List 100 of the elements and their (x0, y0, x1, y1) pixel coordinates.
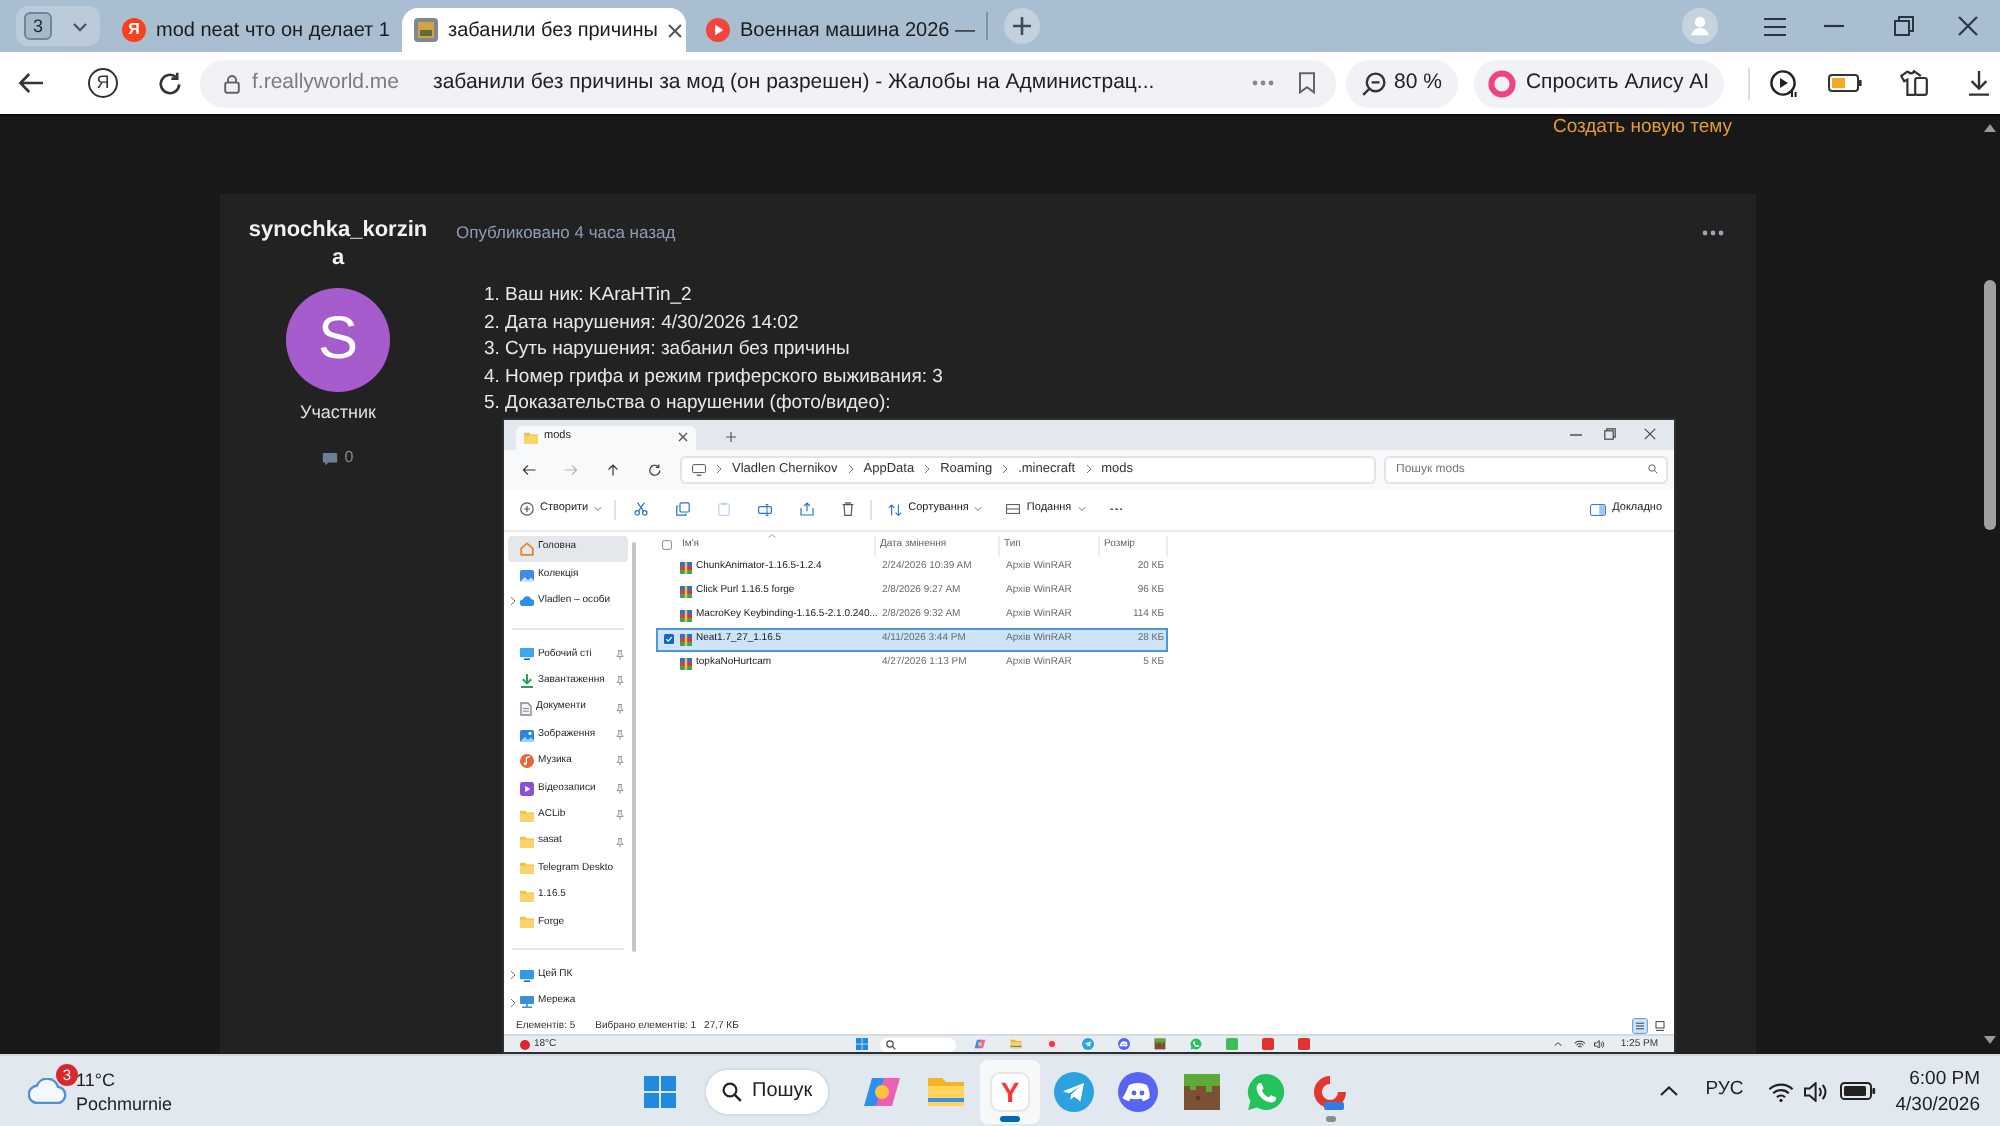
chevron-down-icon (72, 21, 88, 31)
chevron-down-icon (1077, 506, 1086, 512)
zoom-button[interactable]: 80 % (1346, 59, 1458, 107)
game-controller-icon (1118, 1071, 1158, 1111)
paper-plane-icon (1054, 1071, 1094, 1111)
reaction-count: 0 (344, 448, 354, 468)
tab-count-button[interactable]: 3 (16, 6, 60, 46)
browser-tab[interactable]: забанили без причины (402, 8, 686, 52)
game-controller-icon[interactable] (1118, 1038, 1131, 1050)
search-field[interactable] (880, 1037, 957, 1051)
scroll-up-icon[interactable] (1984, 124, 1996, 132)
colorful-logo-icon[interactable] (974, 1038, 987, 1050)
bookmark-icon[interactable] (1298, 72, 1316, 94)
play-favicon-icon (706, 18, 730, 42)
share-icon[interactable] (800, 502, 815, 516)
video-icon (520, 781, 534, 796)
clock-time: 6:00 PM (1909, 1065, 1980, 1091)
more-icon[interactable] (1702, 229, 1724, 235)
taskbar-app-button[interactable]: Y (980, 1059, 1040, 1123)
copy-icon[interactable] (676, 502, 691, 516)
weather-temperature: 11°C (76, 1067, 117, 1091)
paper-plane-icon[interactable] (1082, 1038, 1095, 1050)
assistant-button[interactable]: Спросить Алису AI (1473, 59, 1724, 107)
logo-tile-icon[interactable] (1046, 1038, 1059, 1050)
restore-icon[interactable] (1604, 428, 1616, 440)
lock-icon (224, 73, 240, 93)
chevron-right-icon (924, 464, 931, 474)
wifi-icon[interactable] (1767, 1081, 1794, 1101)
post-text-line: 2. Дата нарушения: 4/30/2026 14:02 (484, 309, 801, 336)
scroll-down-icon[interactable] (1984, 1036, 1996, 1044)
author-name[interactable]: synochka_korzina (245, 218, 431, 272)
create-topic-link[interactable]: Создать новую тему (1552, 116, 1732, 138)
close-icon[interactable] (667, 23, 682, 37)
battery-icon[interactable] (1827, 74, 1862, 92)
tab-list-button[interactable] (60, 6, 100, 46)
chevron-down-icon (594, 506, 603, 512)
picture-icon (520, 729, 534, 742)
more-icon[interactable] (1252, 80, 1274, 86)
scissors-icon[interactable] (634, 502, 649, 516)
language-indicator[interactable]: РУС (1705, 1076, 1744, 1106)
speaker-icon[interactable] (1803, 1081, 1828, 1101)
trash-icon[interactable] (842, 502, 855, 516)
close-icon[interactable] (678, 432, 688, 442)
cloud-icon (28, 1078, 68, 1104)
restore-icon[interactable] (1894, 16, 1914, 36)
back-icon[interactable] (18, 72, 44, 94)
folder-icon (520, 836, 534, 849)
details-view-icon[interactable] (1632, 1018, 1648, 1034)
close-icon[interactable] (1958, 16, 1978, 36)
battery-icon[interactable] (1839, 1082, 1876, 1100)
four-squares-icon[interactable] (856, 1037, 869, 1051)
chevron-right-icon (1085, 464, 1092, 474)
post-date: Опубликовано 4 часа назад (456, 219, 676, 245)
chevron-right-icon[interactable] (510, 970, 516, 981)
post-text-line: 4. Номер грифа и режим гриферского выживания: 3 (484, 363, 945, 390)
rename-icon[interactable] (758, 503, 773, 515)
cloud-icon (520, 596, 534, 607)
minimize-icon[interactable] (1570, 433, 1582, 435)
close-icon[interactable] (1644, 428, 1656, 440)
browser-tab[interactable]: Я mod neat что он делает 1 (110, 8, 394, 52)
document-icon (520, 701, 532, 716)
user-role: Участник (300, 402, 376, 424)
monitor-icon (520, 969, 534, 982)
plus-icon[interactable] (1004, 8, 1040, 44)
music-icon (520, 754, 534, 769)
reload-icon[interactable] (158, 71, 182, 95)
reload-icon[interactable] (648, 463, 662, 475)
home-logo-button[interactable]: Я (88, 68, 118, 98)
app-tile-icon[interactable] (1262, 1038, 1275, 1050)
zoom-out-icon (1362, 71, 1386, 95)
app-tile-icon[interactable] (1298, 1038, 1311, 1050)
scrollbar-thumb[interactable] (1984, 280, 1996, 530)
up-arrow-icon[interactable] (606, 463, 620, 475)
chevron-up-icon[interactable] (1659, 1086, 1678, 1096)
chevron-right-icon[interactable] (510, 596, 516, 607)
search-button[interactable]: Пошук (704, 1067, 830, 1115)
checkbox-icon[interactable] (661, 540, 671, 550)
minimize-icon[interactable] (1824, 24, 1844, 28)
grass-block-icon[interactable] (1154, 1038, 1167, 1050)
speech-bubble-icon (322, 451, 339, 465)
scrollbar-thumb[interactable] (632, 541, 636, 951)
play-circle-icon[interactable] (1769, 69, 1798, 97)
tiles-view-icon[interactable] (1652, 1018, 1668, 1034)
chevron-right-icon (716, 464, 722, 474)
app-tile-icon[interactable] (1226, 1038, 1239, 1050)
folder-icon[interactable] (1010, 1038, 1023, 1050)
four-squares-icon[interactable] (644, 1075, 676, 1107)
download-icon[interactable] (1967, 70, 1990, 96)
wifi-icon (1574, 1039, 1586, 1049)
menu-icon[interactable] (1764, 17, 1786, 35)
speaker-icon (1593, 1039, 1605, 1049)
chevron-right-icon[interactable] (510, 997, 516, 1008)
shirt-icon[interactable] (1899, 70, 1928, 96)
plus-icon[interactable] (726, 431, 736, 441)
address-field[interactable]: f.reallyworld.me забанили без причины за мод (он разрешен) - Жалобы на Администрац... (200, 59, 1336, 107)
back-icon[interactable] (522, 463, 536, 475)
post-text-line: 5. Доказательства о нарушении (фото/видео): (484, 390, 893, 417)
download-icon (520, 674, 534, 689)
archive-icon (680, 657, 692, 669)
browser-tab[interactable]: Военная машина 2026 — (694, 8, 978, 52)
